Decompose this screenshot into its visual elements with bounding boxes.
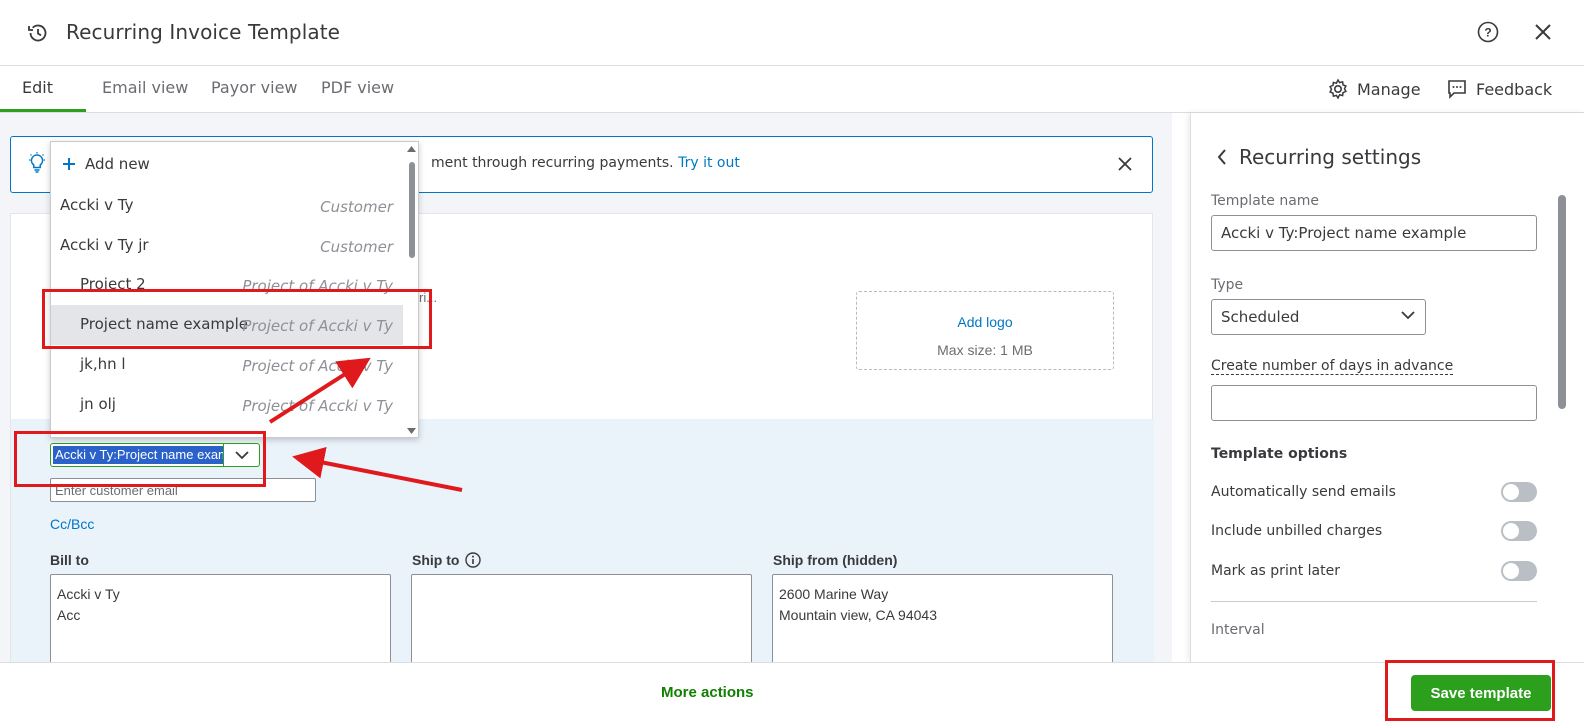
plus-icon <box>63 158 75 170</box>
page-title: Recurring Invoice Template <box>66 20 341 44</box>
option-type: Project of Accki v Ty <box>242 277 393 295</box>
dropdown-scrollbar[interactable] <box>406 146 416 434</box>
tab-pdf-view[interactable]: PDF view <box>321 66 394 112</box>
panel-title: Recurring settings <box>1239 145 1422 169</box>
customer-email-input[interactable] <box>50 478 316 502</box>
svg-text:?: ? <box>1484 26 1491 40</box>
template-name-label: Template name <box>1211 193 1320 209</box>
tab-email-view[interactable]: Email view <box>102 66 188 112</box>
type-label: Type <box>1211 277 1244 293</box>
print-later-toggle[interactable] <box>1501 561 1537 581</box>
add-logo-area[interactable]: Add logo Max size: 1 MB <box>856 291 1114 370</box>
days-in-advance-label[interactable]: Create number of days in advance <box>1211 358 1454 375</box>
ship-to-address[interactable] <box>411 574 752 674</box>
feedback-label: Feedback <box>1476 79 1553 99</box>
option-type: Customer <box>320 198 393 216</box>
dropdown-option[interactable]: Project 2 Project of Accki v Ty <box>51 265 403 305</box>
option-print-later: Mark as print later <box>1211 561 1537 585</box>
top-bar: Recurring Invoice Template ? <box>0 0 1584 66</box>
ship-from-address[interactable]: 2600 Marine Way Mountain view, CA 94043 <box>772 574 1113 674</box>
bill-to-label: Bill to <box>50 552 89 568</box>
option-label: Include unbilled charges <box>1211 523 1383 539</box>
option-type: Project of Accki v Ty <box>242 357 393 375</box>
option-name: jk,hn l <box>80 355 126 373</box>
manage-label: Manage <box>1357 79 1421 99</box>
customer-select-value[interactable]: Accki v Ty:Project name example <box>53 446 223 464</box>
customer-dropdown: Add new Accki v Ty Customer Accki v Ty j… <box>50 141 419 438</box>
history-icon[interactable] <box>26 21 50 45</box>
gear-icon <box>1329 78 1347 100</box>
banner-message: ment through recurring payments. <box>431 155 674 171</box>
template-options-heading: Template options <box>1211 446 1348 462</box>
toggle-knob <box>1503 563 1519 579</box>
customer-select-toggle[interactable] <box>223 444 259 466</box>
toggle-knob <box>1503 484 1519 500</box>
ship-to-header: Ship to <box>412 552 482 568</box>
dropdown-option[interactable]: jn olj Project of Accki v Ty <box>51 385 403 425</box>
type-select-value: Scheduled <box>1221 308 1300 326</box>
banner-text: ment through recurring payments. Try it … <box>431 155 740 171</box>
chevron-down-icon <box>1401 311 1415 320</box>
option-label: Mark as print later <box>1211 563 1340 579</box>
back-chevron-icon[interactable] <box>1217 149 1227 165</box>
feedback-button[interactable]: Feedback <box>1446 78 1552 100</box>
option-name: Project 2 <box>80 275 146 293</box>
bill-to-address[interactable]: Accki v Ty Acc <box>50 574 391 674</box>
dropdown-option-selected[interactable]: Project name example Project of Accki v … <box>51 305 403 345</box>
option-label: Automatically send emails <box>1211 484 1396 500</box>
info-icon[interactable] <box>465 552 482 568</box>
dropdown-option[interactable]: Accki v Ty jr Customer <box>51 226 403 266</box>
scroll-up-icon[interactable] <box>407 146 416 152</box>
option-type: Project of Accki v Ty <box>242 397 393 415</box>
panel-scrollbar-thumb[interactable] <box>1558 195 1566 409</box>
option-name: Project name example <box>80 315 248 333</box>
add-new-label: Add new <box>85 155 150 173</box>
dropdown-option[interactable]: jk,hn l Project of Accki v Ty <box>51 345 403 385</box>
manage-button[interactable]: Manage <box>1327 78 1421 100</box>
customer-select[interactable]: Accki v Ty:Project name example <box>50 443 260 467</box>
logo-max-size: Max size: 1 MB <box>937 342 1033 358</box>
close-icon[interactable] <box>1533 22 1553 42</box>
lightbulb-icon <box>29 152 45 173</box>
type-select[interactable]: Scheduled <box>1211 299 1426 335</box>
try-it-out-link[interactable]: Try it out <box>678 155 740 171</box>
option-auto-send-emails: Automatically send emails <box>1211 482 1537 506</box>
footer-bar: More actions Save template <box>0 662 1584 728</box>
save-template-button[interactable]: Save template <box>1411 675 1551 711</box>
tab-payor-view[interactable]: Payor view <box>211 66 298 112</box>
panel-divider <box>1211 601 1537 602</box>
tab-edit[interactable]: Edit <box>0 66 86 112</box>
option-name: Accki v Ty jr <box>60 236 149 254</box>
option-type: Customer <box>320 238 393 256</box>
help-icon[interactable]: ? <box>1477 21 1499 43</box>
include-unbilled-toggle[interactable] <box>1501 521 1537 541</box>
recurring-settings-panel: Recurring settings Template name Accki v… <box>1190 113 1584 662</box>
more-actions-button[interactable]: More actions <box>661 684 754 701</box>
ship-to-label: Ship to <box>412 552 460 568</box>
add-logo-link[interactable]: Add logo <box>857 314 1113 330</box>
toggle-knob <box>1503 523 1519 539</box>
auto-send-emails-toggle[interactable] <box>1501 482 1537 502</box>
option-include-unbilled: Include unbilled charges <box>1211 521 1537 545</box>
ship-from-label: Ship from (hidden) <box>773 552 898 568</box>
cc-bcc-link[interactable]: Cc/Bcc <box>50 516 94 532</box>
template-name-input[interactable]: Accki v Ty:Project name example <box>1211 215 1537 251</box>
feedback-icon <box>1448 80 1466 99</box>
banner-close-icon[interactable] <box>1118 157 1132 171</box>
dropdown-option[interactable]: Accki v Ty Customer <box>51 186 403 226</box>
dropdown-scrollbar-thumb[interactable] <box>409 162 415 258</box>
chevron-down-icon <box>234 450 249 459</box>
add-new-option[interactable]: Add new <box>63 155 150 173</box>
partial-text: ri... <box>419 290 438 305</box>
option-name: Accki v Ty <box>60 196 134 214</box>
option-name: jn olj <box>80 395 116 413</box>
days-in-advance-input[interactable] <box>1211 385 1537 421</box>
option-type: Project of Accki v Ty <box>242 317 393 335</box>
interval-label: Interval <box>1211 622 1265 638</box>
scroll-down-icon[interactable] <box>407 428 416 434</box>
